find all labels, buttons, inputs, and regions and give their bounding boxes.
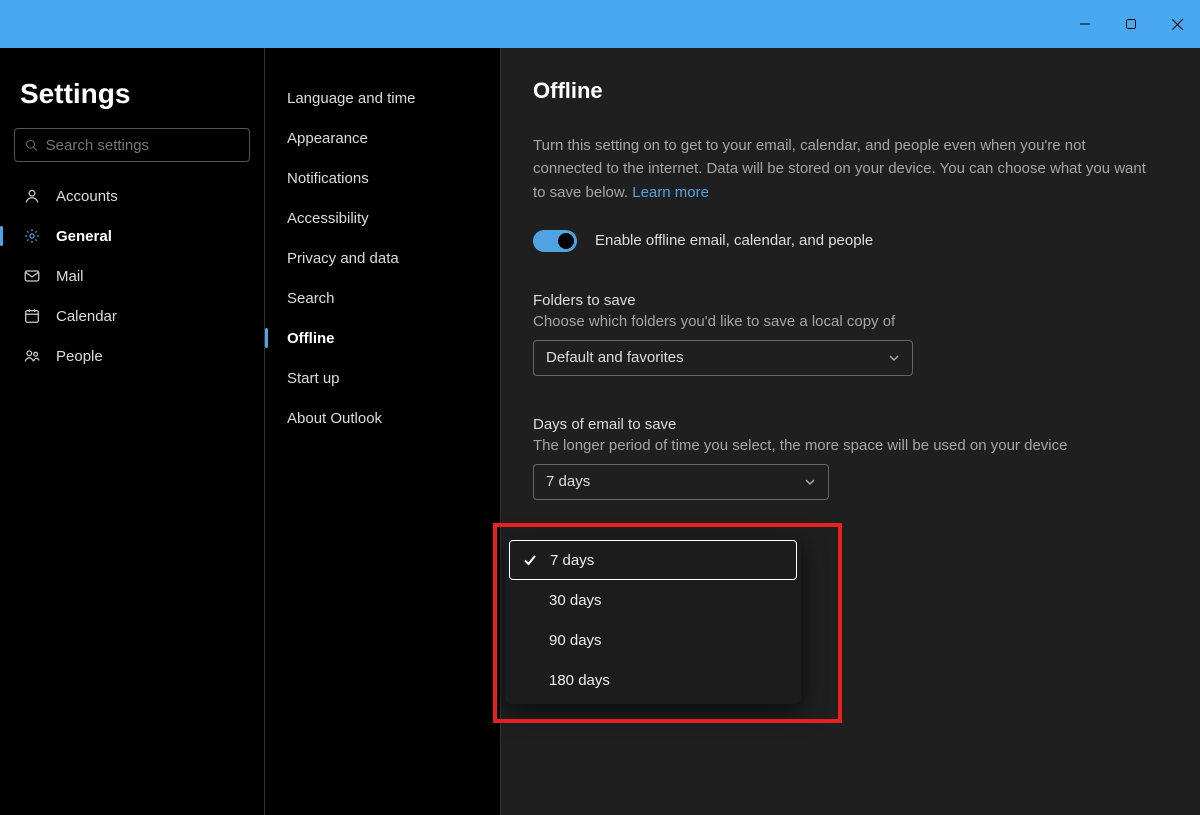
sidebar-item-accounts[interactable]: Accounts xyxy=(14,176,250,216)
days-to-save-sub: The longer period of time you select, th… xyxy=(533,437,1168,454)
days-dropdown: 7 days 30 days 90 days 180 days xyxy=(505,536,801,704)
page-title: Offline xyxy=(533,78,1168,104)
general-subnav: Language and time Appearance Notificatio… xyxy=(265,48,501,815)
mail-icon xyxy=(22,266,42,286)
sidebar-item-mail[interactable]: Mail xyxy=(14,256,250,296)
days-option-30[interactable]: 30 days xyxy=(509,580,797,620)
sidebar-item-label: Accounts xyxy=(56,188,118,205)
chevron-down-icon xyxy=(888,352,900,364)
gear-icon xyxy=(22,226,42,246)
sidebar-item-calendar[interactable]: Calendar xyxy=(14,296,250,336)
offline-description: Turn this setting on to get to your emai… xyxy=(533,134,1153,204)
person-icon xyxy=(22,186,42,206)
settings-title: Settings xyxy=(20,78,250,110)
learn-more-link[interactable]: Learn more xyxy=(632,184,709,201)
settings-sidebar: Settings Accounts General Mail xyxy=(0,48,265,815)
days-to-save-label: Days of email to save xyxy=(533,416,1168,433)
folders-select[interactable]: Default and favorites xyxy=(533,340,913,376)
sidebar-item-label: General xyxy=(56,228,112,245)
subnav-about-outlook[interactable]: About Outlook xyxy=(265,398,500,438)
window-titlebar xyxy=(0,0,1200,48)
close-button[interactable] xyxy=(1154,0,1200,48)
subnav-language-time[interactable]: Language and time xyxy=(265,78,500,118)
subnav-privacy-data[interactable]: Privacy and data xyxy=(265,238,500,278)
enable-offline-row: Enable offline email, calendar, and peop… xyxy=(533,230,1168,252)
days-option-90[interactable]: 90 days xyxy=(509,620,797,660)
folders-select-value: Default and favorites xyxy=(546,349,684,366)
people-icon xyxy=(22,346,42,366)
calendar-icon xyxy=(22,306,42,326)
days-option-180[interactable]: 180 days xyxy=(509,660,797,700)
enable-offline-toggle[interactable] xyxy=(533,230,577,252)
search-settings-field[interactable] xyxy=(14,128,250,162)
subnav-accessibility[interactable]: Accessibility xyxy=(265,198,500,238)
folders-to-save-sub: Choose which folders you'd like to save … xyxy=(533,313,1168,330)
subnav-appearance[interactable]: Appearance xyxy=(265,118,500,158)
minimize-button[interactable] xyxy=(1062,0,1108,48)
sidebar-item-label: People xyxy=(56,348,103,365)
sidebar-item-label: Mail xyxy=(56,268,84,285)
subnav-notifications[interactable]: Notifications xyxy=(265,158,500,198)
subnav-offline[interactable]: Offline xyxy=(265,318,500,358)
sidebar-item-people[interactable]: People xyxy=(14,336,250,376)
main-content: Offline Turn this setting on to get to y… xyxy=(501,48,1200,815)
chevron-down-icon xyxy=(804,476,816,488)
sidebar-item-label: Calendar xyxy=(56,308,117,325)
days-option-7[interactable]: 7 days xyxy=(509,540,797,580)
days-select-value: 7 days xyxy=(546,473,590,490)
check-icon xyxy=(522,552,538,568)
folders-to-save-label: Folders to save xyxy=(533,292,1168,309)
search-input[interactable] xyxy=(46,137,239,154)
subnav-startup[interactable]: Start up xyxy=(265,358,500,398)
search-icon xyxy=(25,138,38,152)
days-select[interactable]: 7 days xyxy=(533,464,829,500)
maximize-button[interactable] xyxy=(1108,0,1154,48)
enable-offline-label: Enable offline email, calendar, and peop… xyxy=(595,232,873,249)
sidebar-item-general[interactable]: General xyxy=(14,216,250,256)
subnav-search[interactable]: Search xyxy=(265,278,500,318)
